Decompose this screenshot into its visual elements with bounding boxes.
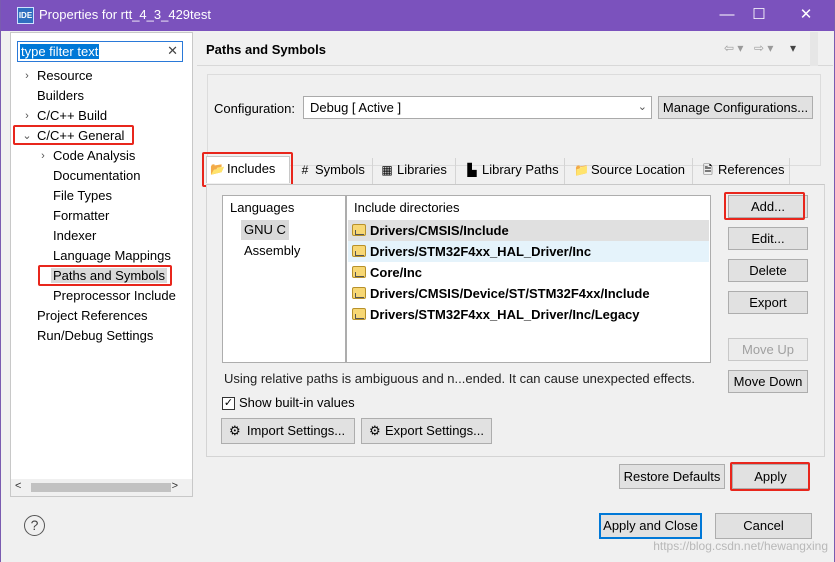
include-row[interactable]: Drivers/STM32F4xx_HAL_Driver/Inc (348, 241, 709, 262)
tab-includes[interactable]: 📂 Includes (206, 156, 290, 183)
languages-list[interactable]: Languages GNU C Assembly (222, 195, 346, 363)
help-icon[interactable]: ? (24, 515, 45, 536)
tab-source-location[interactable]: 📁 Source Location (571, 158, 693, 184)
add-button[interactable]: Add... (728, 195, 808, 218)
import-icon: ⚙ (229, 423, 241, 438)
include-row[interactable]: Core/Inc (348, 262, 709, 283)
scroll-thumb[interactable] (31, 483, 171, 492)
scroll-right-icon[interactable]: > (172, 480, 178, 492)
configuration-value: Debug [ Active ] (310, 100, 402, 115)
tab-library-paths[interactable]: ▙ Library Paths (462, 158, 565, 184)
show-builtin-checkbox[interactable]: ✓ (222, 397, 235, 410)
tree-item-project-references[interactable]: Project References (37, 306, 148, 326)
maximize-button[interactable]: ☐ (739, 2, 779, 28)
source-location-icon: 📁 (574, 163, 589, 177)
title-bar[interactable]: IDE Properties for rtt_4_3_429test — ☐ ✕ (1, 0, 834, 31)
tab-libraries[interactable]: ▦ Libraries (377, 158, 456, 184)
tab-references[interactable]: 🗎 References (698, 158, 790, 184)
tree-item-resource[interactable]: › Resource (25, 66, 92, 86)
includes-panel: Languages GNU C Assembly Include directo… (206, 184, 825, 457)
manage-configurations-button[interactable]: Manage Configurations... (658, 96, 813, 119)
edit-button[interactable]: Edit... (728, 227, 808, 250)
apply-and-close-button[interactable]: Apply and Close (599, 513, 702, 539)
page-title: Paths and Symbols (206, 42, 326, 57)
tab-symbols[interactable]: # Symbols (295, 158, 373, 184)
configuration-select[interactable]: Debug [ Active ] ⌄ (303, 96, 652, 119)
configuration-label: Configuration: (214, 101, 295, 116)
tree-item-paths-and-symbols[interactable]: Paths and Symbols (51, 266, 168, 286)
tree-item-builders[interactable]: Builders (37, 86, 84, 106)
restore-defaults-button[interactable]: Restore Defaults (619, 464, 725, 489)
include-folder-icon (352, 287, 366, 299)
apply-button[interactable]: Apply (732, 464, 809, 489)
horizontal-scrollbar[interactable]: < > (11, 479, 192, 496)
header-scrollbar[interactable] (810, 32, 818, 66)
close-button[interactable]: ✕ (786, 2, 826, 28)
include-folder-icon (352, 245, 366, 257)
references-icon: 🗎 (703, 163, 713, 177)
include-folder-icon (352, 266, 366, 278)
tree-item-file-types[interactable]: File Types (53, 186, 112, 206)
tree-item-cpp-build[interactable]: › C/C++ Build (25, 106, 107, 126)
clear-filter-icon[interactable]: ✕ (167, 43, 178, 59)
libraries-icon: ▦ (381, 163, 393, 177)
delete-button[interactable]: Delete (728, 259, 808, 282)
tree-item-formatter[interactable]: Formatter (53, 206, 109, 226)
chevron-down-icon[interactable]: ⌄ (638, 97, 647, 118)
tree-item-code-analysis[interactable]: › Code Analysis (41, 146, 135, 166)
expand-arrow-icon[interactable]: › (21, 66, 33, 86)
export-settings-button[interactable]: ⚙ Export Settings... (361, 418, 492, 444)
scroll-left-icon[interactable]: < (15, 480, 21, 492)
configuration-group (207, 74, 821, 166)
move-up-button[interactable]: Move Up (728, 338, 808, 361)
tree-item-run-debug-settings[interactable]: Run/Debug Settings (37, 326, 153, 346)
import-settings-button[interactable]: ⚙ Import Settings... (221, 418, 355, 444)
relative-paths-warning: Using relative paths is ambiguous and n.… (224, 371, 695, 386)
collapse-arrow-icon[interactable]: ⌄ (21, 126, 33, 146)
include-directories-header: Include directories (354, 200, 460, 215)
library-paths-icon: ▙ (467, 163, 477, 177)
move-down-button[interactable]: Move Down (728, 370, 808, 393)
include-folder-icon (352, 308, 366, 320)
export-icon: ⚙ (369, 423, 381, 438)
tree-item-preprocessor-include[interactable]: Preprocessor Include (53, 286, 176, 306)
show-builtin-label: Show built-in values (239, 395, 355, 410)
include-directories-list[interactable]: Include directories Drivers/CMSIS/Includ… (346, 195, 711, 363)
expand-arrow-icon[interactable]: › (21, 106, 33, 126)
language-assembly[interactable]: Assembly (244, 241, 300, 261)
back-icon[interactable]: ⇦ ▾ (724, 41, 743, 55)
export-button[interactable]: Export (728, 291, 808, 314)
include-folder-icon (352, 224, 366, 236)
filter-input[interactable]: type filter text ✕ (17, 41, 183, 62)
include-row[interactable]: Drivers/STM32F4xx_HAL_Driver/Inc/Legacy (348, 304, 709, 325)
tree-item-documentation[interactable]: Documentation (53, 166, 140, 186)
languages-header: Languages (230, 200, 295, 215)
tree-item-cpp-general[interactable]: ⌄ C/C++ General (22, 126, 124, 146)
hash-icon: # (301, 163, 309, 177)
cancel-button[interactable]: Cancel (715, 513, 812, 539)
expand-arrow-icon[interactable]: › (37, 146, 49, 166)
ide-app-icon: IDE (17, 7, 34, 24)
view-menu-icon[interactable]: ▾ (790, 41, 796, 55)
window-title: Properties for rtt_4_3_429test (39, 7, 211, 22)
forward-icon[interactable]: ⇨ ▾ (754, 41, 773, 55)
tree-item-language-mappings[interactable]: Language Mappings (53, 246, 171, 266)
include-row[interactable]: Drivers/CMSIS/Device/ST/STM32F4xx/Includ… (348, 283, 709, 304)
language-gnu-c[interactable]: GNU C (241, 220, 289, 240)
tree-item-indexer[interactable]: Indexer (53, 226, 96, 246)
category-pane: type filter text ✕ › Resource Builders › C… (10, 32, 193, 497)
properties-dialog: IDE Properties for rtt_4_3_429test — ☐ ✕… (0, 0, 835, 562)
page-header: Paths and Symbols ⇦ ▾ ⇨ ▾ ▾ (197, 32, 833, 66)
include-row[interactable]: Drivers/CMSIS/Include (348, 220, 709, 241)
filter-text: type filter text (20, 44, 100, 59)
watermark: https://blog.csdn.net/hewangxing (653, 539, 828, 553)
includes-icon: 📂 (210, 162, 225, 176)
